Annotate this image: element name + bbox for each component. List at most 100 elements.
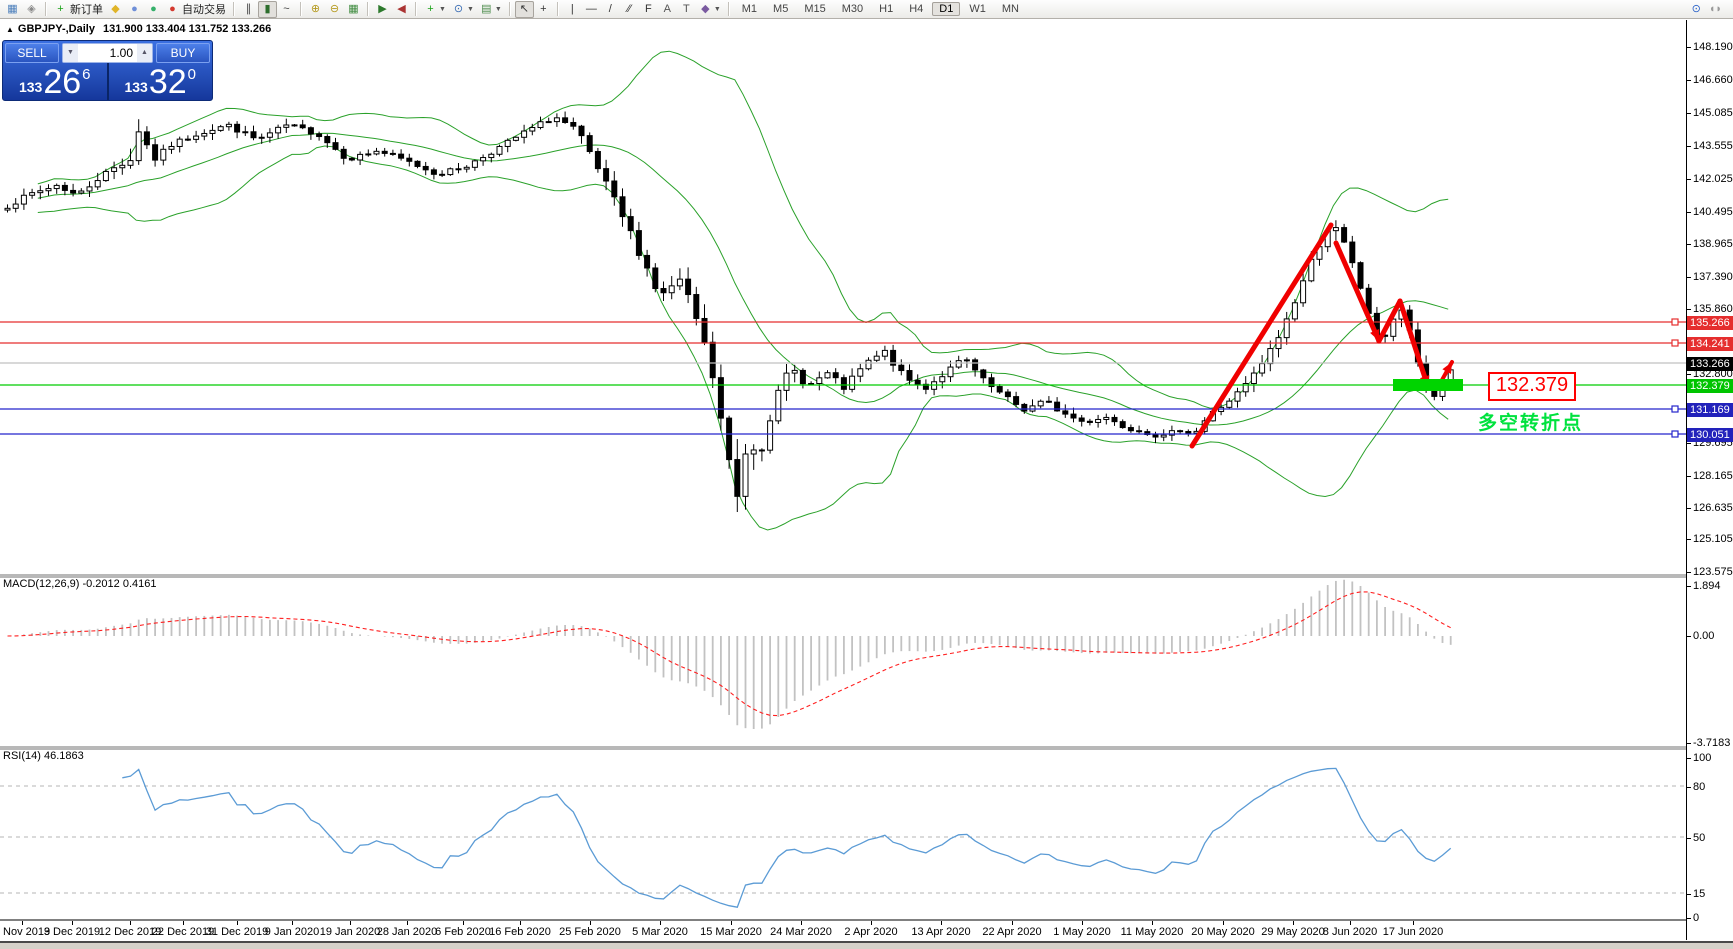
date-tick	[1413, 921, 1414, 925]
candle-body	[751, 450, 756, 454]
hline-handle-130.051[interactable]	[1672, 431, 1678, 437]
candle-body	[415, 161, 420, 166]
candle-body	[964, 360, 969, 361]
candle-body	[46, 189, 51, 191]
candle-body	[743, 454, 748, 496]
date-axis[interactable]: 4 Nov 20193 Dec 201912 Dec 201922 Dec 20…	[0, 921, 1686, 941]
date-label-4-Nov-2019: 4 Nov 2019	[0, 926, 50, 938]
window-chrome-strip	[0, 941, 1733, 949]
candle-body	[440, 174, 445, 175]
price-flag-132379[interactable]: 132.379	[1488, 372, 1576, 401]
date-tick	[292, 921, 293, 925]
candle-body	[882, 350, 887, 356]
date-label-22-Apr-2020: 22 Apr 2020	[982, 926, 1041, 938]
candle-body	[120, 165, 125, 167]
price-tick-140.495: 140.495	[1693, 206, 1733, 218]
date-tick	[407, 921, 408, 925]
candle-body	[144, 132, 149, 145]
candle-body	[735, 460, 740, 497]
candle-body	[30, 193, 35, 196]
date-tick	[1223, 921, 1224, 925]
candle-body	[1251, 373, 1256, 383]
candle-body	[21, 195, 26, 204]
candle-body	[571, 122, 576, 126]
candle-body	[686, 279, 691, 294]
turning-point-note[interactable]: 多空转折点	[1478, 408, 1583, 435]
candle-body	[358, 154, 363, 160]
date-label-9-Jan-2020: 9 Jan 2020	[265, 926, 319, 938]
macd-tick--3.7183: -3.7183	[1693, 737, 1730, 749]
candle-body	[1342, 228, 1347, 242]
date-tick	[660, 921, 661, 925]
candle-body	[1022, 404, 1027, 411]
price-tick-138.965: 138.965	[1693, 238, 1733, 250]
candle-body	[661, 289, 666, 293]
candle-body	[1350, 242, 1355, 263]
trend-arrow-segment-2[interactable]	[1379, 301, 1400, 341]
candle-body	[497, 146, 502, 154]
candle-body	[456, 169, 461, 170]
date-tick	[1152, 921, 1153, 925]
date-tick	[463, 921, 464, 925]
candle-body	[645, 255, 650, 268]
trend-arrow-segment-1[interactable]	[1336, 243, 1379, 341]
candle-body	[530, 128, 535, 132]
candle-body	[235, 124, 240, 132]
candle-body	[1096, 419, 1101, 422]
candle-body	[448, 169, 453, 175]
date-label-19-Jan-2020: 19 Jan 2020	[320, 926, 381, 938]
price-tick-142.025: 142.025	[1693, 173, 1733, 185]
candle-body	[103, 171, 108, 180]
candle-body	[694, 295, 699, 319]
candle-body	[554, 118, 559, 122]
date-label-29-May-2020: 29 May 2020	[1261, 926, 1325, 938]
price-tick-125.105: 125.105	[1693, 533, 1733, 545]
date-label-8-Jun-2020: 8 Jun 2020	[1323, 926, 1377, 938]
trend-arrow-segment-3[interactable]	[1400, 301, 1428, 387]
price-scale[interactable]: 148.190146.660145.085143.555142.025140.4…	[1687, 20, 1733, 940]
candle-body	[653, 268, 658, 289]
candle-body	[79, 191, 84, 193]
candle-body	[1005, 392, 1010, 397]
macd-tick-1.894: 1.894	[1693, 580, 1721, 592]
rsi-tick-15: 15	[1693, 888, 1705, 900]
candle-body	[38, 191, 43, 193]
bollinger-middle-band	[38, 133, 1448, 425]
candle-body	[185, 139, 190, 140]
candle-body	[956, 361, 961, 367]
candle-body	[153, 145, 158, 160]
trend-arrow-segment-0[interactable]	[1192, 225, 1331, 446]
candle-body	[1153, 435, 1158, 438]
support-highlight-bar[interactable]	[1393, 379, 1463, 391]
candle-body	[243, 132, 248, 133]
date-tick	[1082, 921, 1083, 925]
candle-body	[948, 367, 953, 377]
candle-body	[169, 146, 174, 149]
candle-body	[489, 154, 494, 157]
candle-body	[1292, 303, 1297, 319]
date-label-31-Dec-2019: 31 Dec 2019	[206, 926, 268, 938]
candle-body	[866, 360, 871, 368]
candle-body	[1087, 421, 1092, 422]
price-label-133.266: 133.266	[1687, 357, 1733, 371]
candle-body	[1260, 364, 1265, 373]
candle-body	[1046, 401, 1051, 402]
candle-body	[382, 151, 387, 153]
hline-handle-131.169[interactable]	[1672, 406, 1678, 412]
chart-window[interactable]: ▲GBPJPY-,Daily131.900 133.404 131.752 13…	[0, 19, 1733, 941]
hline-handle-134.241[interactable]	[1672, 340, 1678, 346]
candle-body	[800, 370, 805, 383]
candle-body	[636, 231, 641, 256]
candle-body	[161, 149, 166, 160]
date-label-11-May-2020: 11 May 2020	[1121, 926, 1184, 938]
candle-body	[128, 161, 133, 166]
main-price-pane[interactable]	[0, 0, 1733, 949]
hline-handle-135.266[interactable]	[1672, 319, 1678, 325]
date-tick	[1350, 921, 1351, 925]
date-tick	[1293, 921, 1294, 925]
macd-tick-0.00: 0.00	[1693, 630, 1714, 642]
candle-body	[620, 197, 625, 217]
candle-body	[423, 166, 428, 169]
candle-body	[95, 181, 100, 187]
candle-body	[1063, 411, 1068, 414]
